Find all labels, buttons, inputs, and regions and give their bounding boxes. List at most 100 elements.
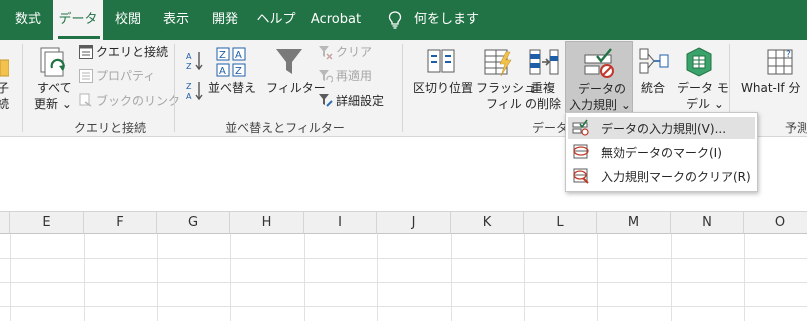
clear-filter-icon — [319, 46, 333, 60]
column-gridline — [671, 234, 672, 321]
column-header-f[interactable]: F — [84, 212, 157, 234]
tab-developer[interactable]: 開発 — [202, 0, 248, 40]
partial-label-1: 子 — [0, 81, 10, 95]
properties-icon — [79, 69, 93, 83]
row-gridline — [0, 258, 807, 259]
column-header-l[interactable]: L — [524, 212, 597, 234]
menu-item-label: 無効データのマーク(I) — [601, 146, 722, 160]
svg-text:A: A — [219, 66, 226, 77]
cell-grid[interactable] — [0, 234, 807, 321]
queries-connections-button[interactable]: クエリと接続 — [96, 44, 168, 60]
get-data-icon — [0, 59, 9, 77]
data-model-icon — [686, 47, 712, 77]
data-validation-label-1: データの — [578, 82, 627, 96]
column-header-partial[interactable] — [0, 212, 10, 234]
properties-button[interactable]: プロパティ — [96, 68, 155, 84]
text-to-columns-label: 区切り位置 — [413, 81, 474, 95]
menu-item-circle-invalid-data[interactable]: 無効データのマーク(I) — [568, 141, 755, 163]
sort-za-icon: Z A — [186, 82, 203, 100]
tab-help[interactable]: ヘルプ — [251, 0, 301, 40]
data-validation-label-2: 入力規則 ⌄ — [569, 98, 631, 112]
column-header-k[interactable]: K — [451, 212, 524, 234]
column-headers: E F G H I J K L M N O — [0, 212, 807, 234]
reapply-icon — [319, 70, 333, 83]
menu-item-label: 入力規則マークのクリア(R) — [601, 170, 751, 184]
column-header-n[interactable]: N — [671, 212, 744, 234]
column-gridline — [10, 234, 11, 321]
what-if-label: What-If 分 — [741, 81, 801, 95]
group-label-forecast: 予測 — [785, 121, 807, 135]
column-gridline — [157, 234, 158, 321]
column-header-o[interactable]: O — [744, 212, 807, 234]
menu-item-label: データの入力規則(V)... — [601, 122, 727, 136]
consolidate-label: 統合 — [641, 81, 666, 95]
column-gridline — [230, 234, 231, 321]
tab-data[interactable]: データ — [53, 0, 103, 40]
column-header-i[interactable]: I — [304, 212, 377, 234]
reapply-button[interactable]: 再適用 — [336, 68, 372, 84]
column-header-g[interactable]: G — [157, 212, 230, 234]
filter-label: フィルター — [266, 81, 326, 95]
column-header-m[interactable]: M — [597, 212, 671, 234]
menu-item-data-validation[interactable]: データの入力規則(V)... — [568, 117, 755, 139]
sort-icon: Z A A Z — [216, 47, 246, 77]
tab-review[interactable]: 校閲 — [107, 0, 149, 40]
lightbulb-icon — [388, 11, 402, 29]
flash-fill-label-2: フィル — [486, 97, 522, 111]
data-model-label-2: デル ⌄ — [686, 97, 724, 111]
menu-item-clear-validation-circles[interactable]: 入力規則マークのクリア(R) — [568, 165, 755, 187]
group-separator — [174, 44, 175, 132]
data-validation-icon — [584, 48, 614, 78]
column-gridline — [377, 234, 378, 321]
edit-links-icon — [79, 93, 92, 107]
svg-text:A: A — [186, 52, 192, 61]
queries-connections-icon — [79, 45, 93, 59]
remove-duplicates-icon — [529, 49, 559, 75]
consolidate-icon — [639, 48, 669, 74]
svg-text:A: A — [235, 50, 242, 61]
clear-button[interactable]: クリア — [336, 44, 372, 60]
row-gridline — [0, 282, 807, 283]
group-separator — [22, 44, 23, 132]
column-gridline — [524, 234, 525, 321]
svg-text:?: ? — [786, 50, 791, 60]
svg-text:Z: Z — [219, 50, 226, 61]
refresh-all-label-1: すべて — [37, 81, 72, 95]
group-label-sort-filter: 並べ替えとフィルター — [225, 121, 345, 135]
remove-duplicates-label-2: の削除 — [525, 97, 562, 111]
column-header-e[interactable]: E — [10, 212, 84, 234]
svg-text:Z: Z — [186, 62, 192, 70]
column-gridline — [744, 234, 745, 321]
tab-view[interactable]: 表示 — [154, 0, 198, 40]
advanced-button[interactable]: 詳細設定 — [336, 93, 384, 109]
sort-az-icon: A Z — [186, 52, 203, 70]
ribbon-tab-bar: 数式 データ 校閲 表示 開発 ヘルプ Acrobat 何をしますか — [0, 0, 807, 67]
flash-fill-label-1: フラッシュ — [476, 81, 537, 95]
tab-acrobat[interactable]: Acrobat — [306, 0, 366, 40]
column-gridline — [84, 234, 85, 321]
circle-invalid-data-icon — [573, 144, 589, 159]
flash-fill-icon — [484, 49, 512, 77]
refresh-all-icon — [40, 47, 65, 77]
column-gridline — [304, 234, 305, 321]
svg-text:Z: Z — [235, 66, 242, 77]
edit-links-button[interactable]: ブックのリンク — [96, 93, 180, 109]
active-tab-indicator — [58, 36, 100, 39]
tab-formulas[interactable]: 数式 — [4, 0, 52, 40]
tell-me-search[interactable]: 何をしますか — [414, 0, 484, 67]
data-validation-button[interactable]: データの 入力規則 ⌄ — [565, 41, 633, 113]
data-validation-menu: データの入力規則(V)... 無効データのマーク(I) 入力規則マークのクリア(… — [565, 112, 758, 192]
column-header-h[interactable]: H — [230, 212, 304, 234]
column-gridline — [451, 234, 452, 321]
clear-validation-circles-icon — [573, 168, 589, 184]
data-validation-icon — [572, 119, 589, 136]
group-separator — [402, 44, 403, 132]
what-if-icon: ? — [767, 49, 793, 75]
refresh-all-label-2: 更新 ⌄ — [34, 97, 72, 111]
column-gridline — [597, 234, 598, 321]
data-model-label-1: データ モ — [677, 81, 729, 95]
advanced-filter-icon — [319, 94, 333, 107]
column-header-j[interactable]: J — [377, 212, 451, 234]
group-label-data-tools: データ — [531, 121, 568, 135]
group-label-queries: クエリと接続 — [73, 121, 146, 135]
